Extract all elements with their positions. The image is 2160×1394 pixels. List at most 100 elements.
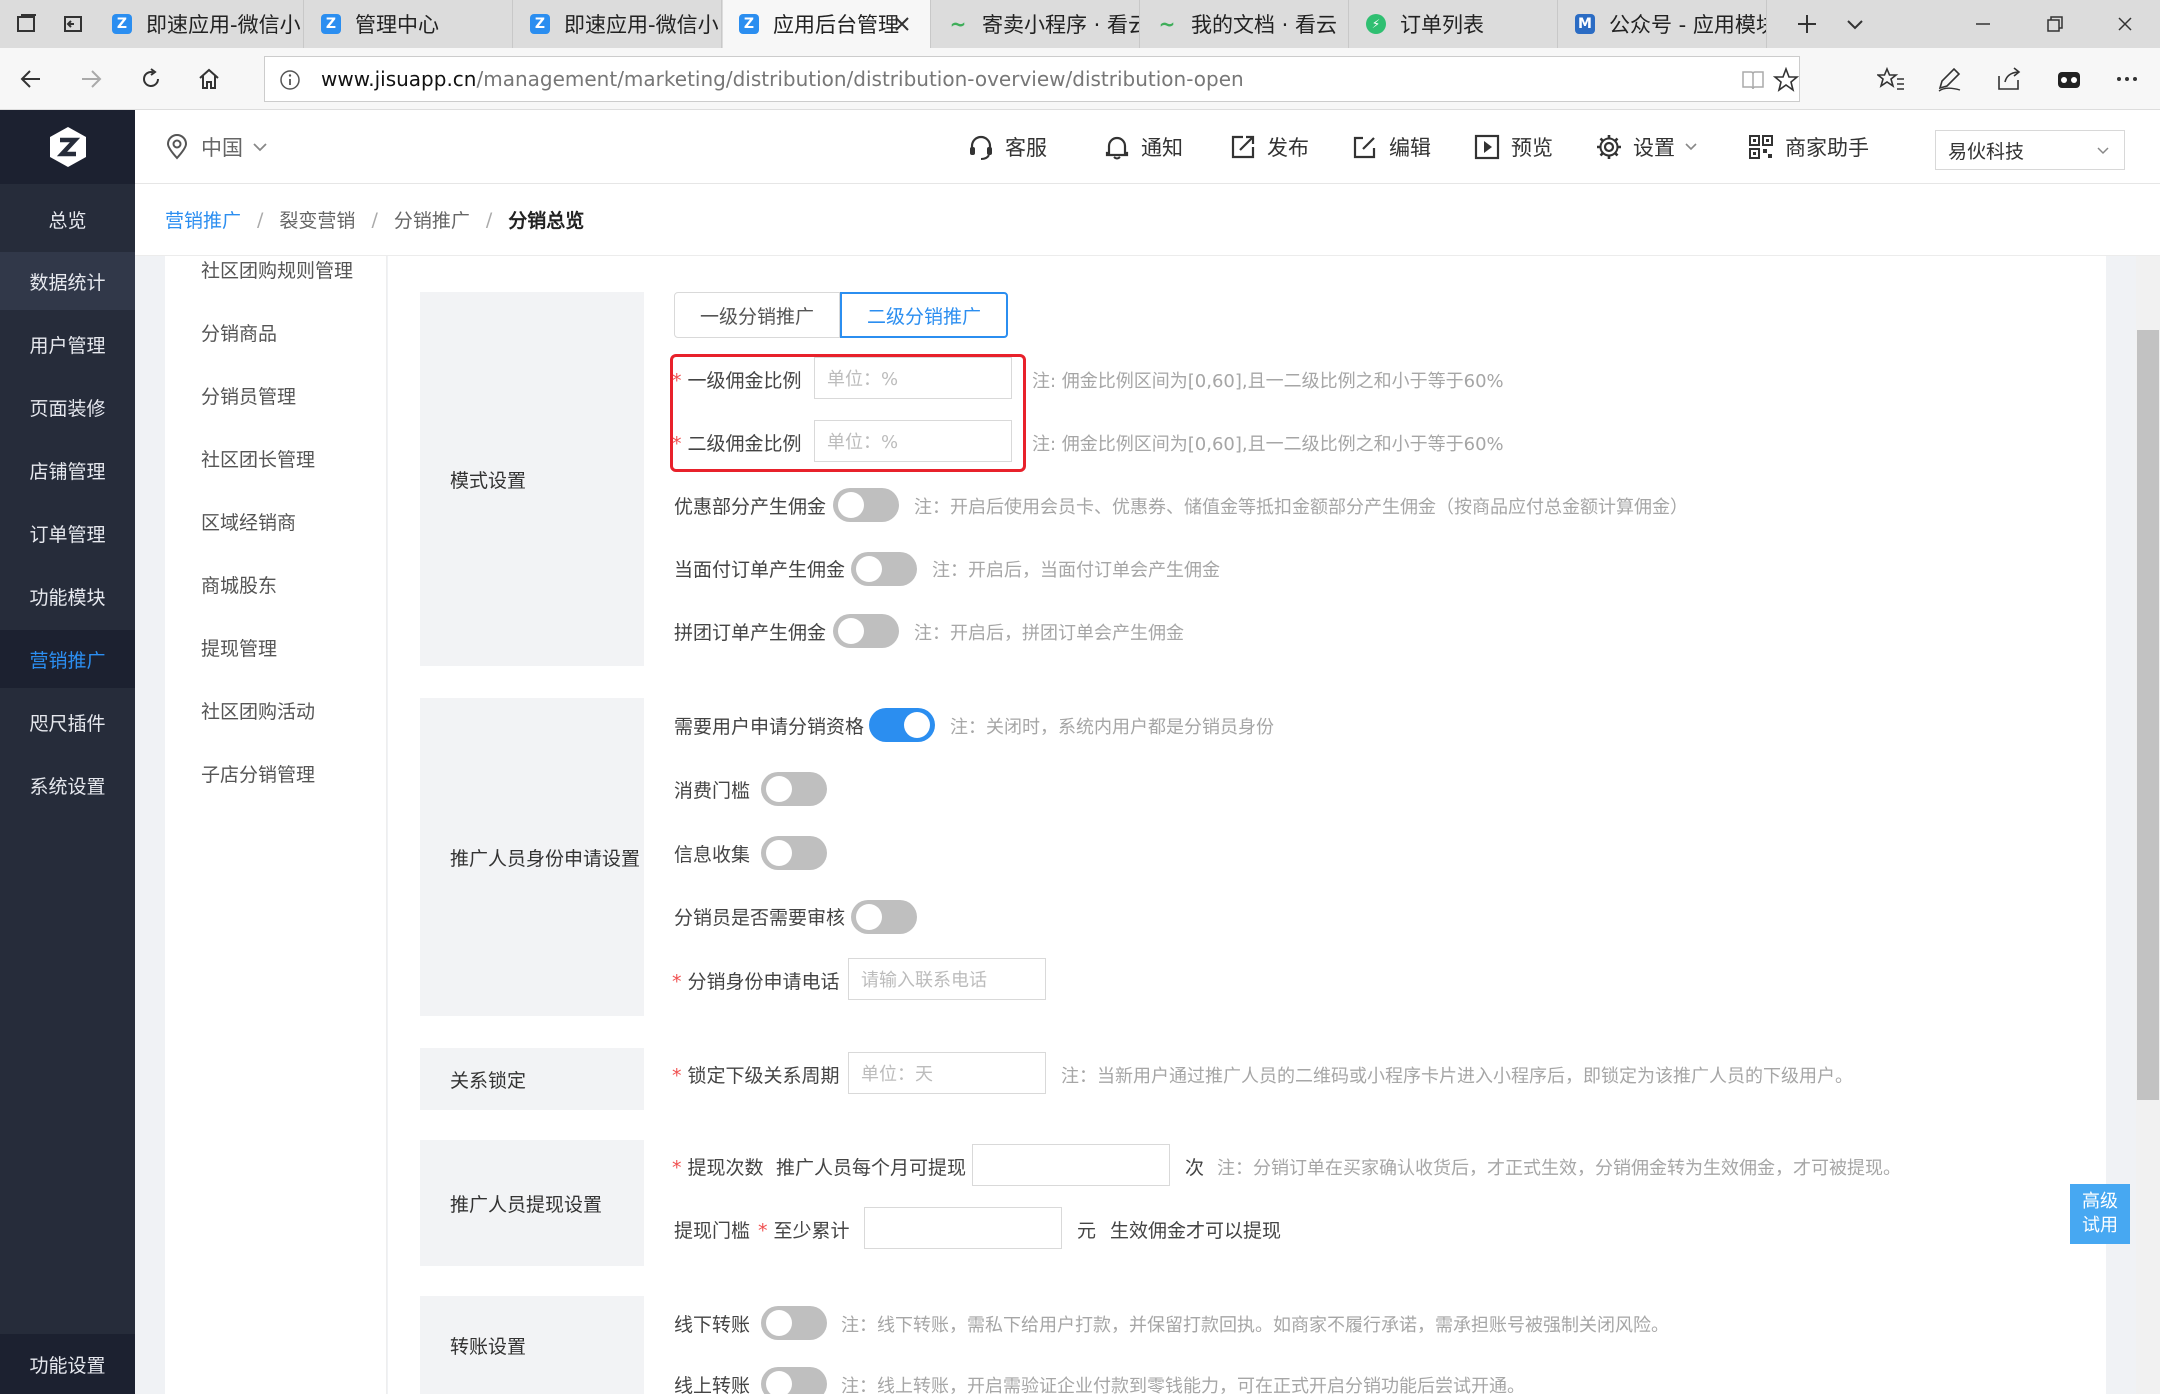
browser-tab[interactable]: Z 即速应用-微信小 xyxy=(96,0,304,48)
sidebar-item-orders[interactable]: 订单管理 xyxy=(0,504,135,562)
function-settings-button[interactable]: 功能设置 xyxy=(0,1334,135,1394)
online-transfer-toggle[interactable] xyxy=(761,1367,827,1394)
offline-transfer-toggle[interactable] xyxy=(761,1306,827,1340)
subnav-item[interactable]: 子店分销管理 xyxy=(201,760,315,787)
withdraw-times-input[interactable] xyxy=(972,1144,1170,1186)
subnav-item[interactable]: 区域经销商 xyxy=(201,508,296,535)
refresh-icon[interactable] xyxy=(128,56,174,102)
info-icon[interactable] xyxy=(279,69,301,91)
forward-arrow-icon[interactable] xyxy=(68,56,114,102)
browser-tab[interactable]: M 公众号 - 应用模块 xyxy=(1559,0,1767,48)
more-options-icon[interactable] xyxy=(2104,56,2150,102)
browser-tab[interactable]: Z 管理中心 xyxy=(305,0,513,48)
withdraw-times-note: 注：分销订单在买家确认收货后，才正式生效，分销佣金转为生效佣金，才可被提现。 xyxy=(1217,1158,1901,1179)
subnav-item[interactable]: 提现管理 xyxy=(201,634,277,661)
sidebar-item-page-design[interactable]: 页面装修 xyxy=(0,378,135,436)
review-required-toggle[interactable] xyxy=(851,900,917,934)
sidebar-item-shop[interactable]: 店铺管理 xyxy=(0,441,135,499)
page-scrollbar-thumb[interactable] xyxy=(2137,330,2159,1100)
level-two-distribution-tab[interactable]: 二级分销推广 xyxy=(840,292,1008,338)
level-one-distribution-tab[interactable]: 一级分销推广 xyxy=(674,292,840,338)
lock-period-input[interactable]: 单位：天 xyxy=(848,1052,1046,1094)
breadcrumb-item[interactable]: 裂变营销 xyxy=(279,206,355,233)
need-apply-label: 需要用户申请分销资格 xyxy=(674,716,865,738)
subnav-item[interactable]: 社区团购规则管理 xyxy=(201,256,353,283)
sidebar-item-statistics[interactable]: 数据统计 xyxy=(0,252,135,310)
restore-icon[interactable] xyxy=(2020,0,2090,48)
offline-transfer-label: 线下转账 xyxy=(674,1314,751,1336)
cloud-favicon-icon: ~ xyxy=(1158,12,1176,36)
location-pin-icon xyxy=(166,134,188,160)
subnav-item[interactable]: 分销员管理 xyxy=(201,382,296,409)
merchant-assistant-label: 商家助手 xyxy=(1785,136,1869,160)
face-to-face-commission-toggle[interactable] xyxy=(851,552,917,586)
favorites-list-icon[interactable] xyxy=(1868,56,1914,102)
preview-button[interactable]: 预览 xyxy=(1473,132,1553,162)
consumption-threshold-toggle[interactable] xyxy=(761,772,827,806)
browser-tab[interactable]: ⚡ 订单列表 xyxy=(1350,0,1558,48)
customer-service-button[interactable]: 客服 xyxy=(967,132,1047,162)
close-tab-icon[interactable] xyxy=(890,12,914,36)
subnav-item[interactable]: 社区团购活动 xyxy=(201,697,315,724)
info-collection-toggle[interactable] xyxy=(761,836,827,870)
lock-period-note: 注：当新用户通过推广人员的二维码或小程序卡片进入小程序后，即锁定为该推广人员的下… xyxy=(1061,1066,1853,1087)
second-commission-input[interactable]: 单位：% xyxy=(814,420,1012,462)
discount-commission-toggle[interactable] xyxy=(833,488,899,522)
browser-tab-active[interactable]: Z 应用后台管理 xyxy=(723,0,931,48)
app-logo[interactable] xyxy=(0,110,135,184)
trial-label-line1: 高级 xyxy=(2082,1191,2118,1212)
reading-view-icon[interactable] xyxy=(1741,69,1765,91)
app-favicon-icon: Z xyxy=(112,14,132,34)
breadcrumb-item[interactable]: 营销推广 xyxy=(165,206,241,233)
browser-tab[interactable]: ~ 寄卖小程序 · 看云 xyxy=(932,0,1140,48)
browser-tab[interactable]: ~ 我的文档 · 看云 xyxy=(1141,0,1349,48)
company-select[interactable]: 易伙科技 xyxy=(1935,130,2125,170)
m-favicon-icon: M xyxy=(1575,14,1595,34)
breadcrumb-item[interactable]: 分销推广 xyxy=(394,206,470,233)
subnav-item[interactable]: 商城股东 xyxy=(201,571,277,598)
trial-label-line2: 试用 xyxy=(2082,1215,2118,1236)
sidebar-item-plugins[interactable]: 咫尺插件 xyxy=(0,693,135,751)
sidebar-item-marketing[interactable]: 营销推广 xyxy=(0,630,135,688)
close-window-icon[interactable] xyxy=(2090,0,2160,48)
edit-label: 编辑 xyxy=(1389,136,1431,160)
merchant-assistant-button[interactable]: 商家助手 xyxy=(1747,132,1869,162)
app-favicon-icon: Z xyxy=(739,14,759,34)
first-commission-input[interactable]: 单位：% xyxy=(814,357,1012,399)
address-bar-row: www.jisuapp.cn/management/marketing/dist… xyxy=(0,48,2160,110)
group-buy-commission-toggle[interactable] xyxy=(833,614,899,648)
sidebar-item-users[interactable]: 用户管理 xyxy=(0,315,135,373)
advanced-trial-button[interactable]: 高级 试用 xyxy=(2070,1184,2130,1244)
subnav-item[interactable]: 社区团长管理 xyxy=(201,445,315,472)
apply-phone-input[interactable]: 请输入联系电话 xyxy=(848,958,1046,1000)
commission-ratio-note: 注: 佣金比例区间为[0,60],且一二级比例之和小于等于60% xyxy=(1032,434,1504,455)
pen-note-icon[interactable] xyxy=(1926,56,1972,102)
edit-button[interactable]: 编辑 xyxy=(1351,132,1431,162)
browser-tab[interactable]: Z 即速应用-微信小 xyxy=(514,0,722,48)
settings-button[interactable]: 设置 xyxy=(1595,132,1699,162)
tab-list-chevron-icon[interactable] xyxy=(1832,0,1878,48)
region-selector[interactable]: 中国 xyxy=(165,132,269,162)
sidebar-item-overview[interactable]: 总览 xyxy=(0,190,135,248)
sidebar-item-modules[interactable]: 功能模块 xyxy=(0,567,135,625)
notification-button[interactable]: 通知 xyxy=(1103,132,1183,162)
subnav-item[interactable]: 分销商品 xyxy=(201,319,277,346)
set-aside-tabs-icon[interactable] xyxy=(50,0,96,48)
edit-icon xyxy=(1353,136,1376,159)
need-apply-toggle[interactable] xyxy=(869,708,935,742)
back-arrow-icon[interactable] xyxy=(8,56,54,102)
new-tab-icon[interactable] xyxy=(1784,0,1830,48)
extension-icon[interactable] xyxy=(2046,56,2092,102)
favorite-star-icon[interactable] xyxy=(1773,67,1799,93)
withdraw-threshold-input[interactable] xyxy=(864,1207,1062,1249)
home-icon[interactable] xyxy=(186,56,232,102)
tab-title: 应用后台管理 xyxy=(773,13,899,37)
sidebar-item-system[interactable]: 系统设置 xyxy=(0,756,135,814)
publish-button[interactable]: 发布 xyxy=(1229,132,1309,162)
tab-actions-icon[interactable] xyxy=(4,0,50,48)
url-input[interactable]: www.jisuapp.cn/management/marketing/dist… xyxy=(264,56,1800,102)
customer-service-label: 客服 xyxy=(1005,136,1047,160)
app-favicon-icon: Z xyxy=(321,14,341,34)
minimize-icon[interactable] xyxy=(1948,0,2018,48)
share-icon[interactable] xyxy=(1986,56,2032,102)
